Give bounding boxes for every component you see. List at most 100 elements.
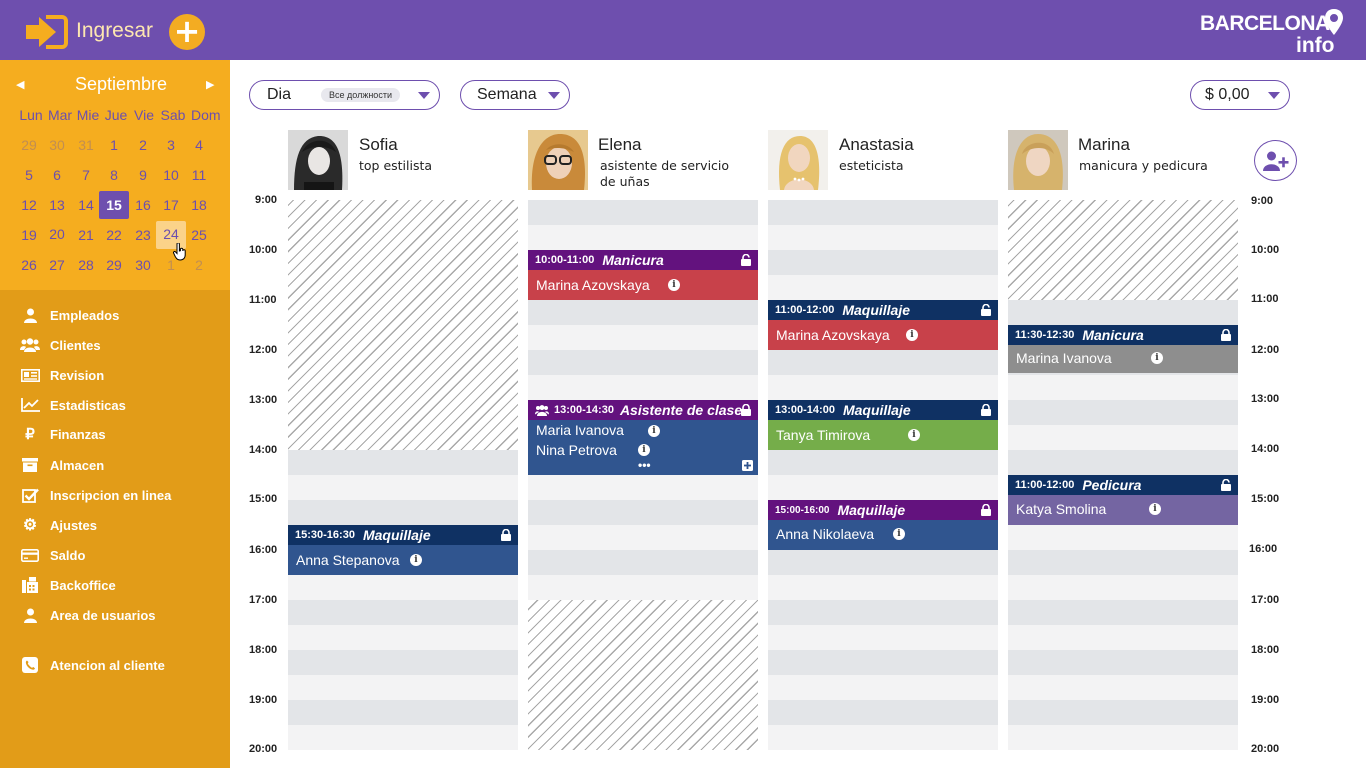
- employee-avatar-anastasia[interactable]: [768, 130, 828, 190]
- nav-item-atencion-cliente[interactable]: Atencion al cliente: [20, 655, 165, 675]
- schedule-column-elena[interactable]: 10:00-11:00 Manicura Marina Azovskaya i …: [528, 200, 758, 750]
- login-button[interactable]: Ingresar: [76, 19, 153, 43]
- calendar-day[interactable]: 27: [43, 252, 71, 278]
- calendar-day[interactable]: 25: [185, 222, 213, 248]
- calendar-day[interactable]: 4: [185, 132, 213, 158]
- calendar-day[interactable]: 9: [129, 162, 157, 188]
- client-name[interactable]: Tanya Timirova: [776, 427, 870, 443]
- client-name[interactable]: Marina Ivanova: [1016, 350, 1112, 366]
- calendar-day-selected[interactable]: 15: [99, 191, 129, 219]
- employee-avatar-elena[interactable]: [528, 130, 588, 190]
- appointment-card[interactable]: 15:00-16:00 Maquillaje Anna Nikolaeva i: [768, 500, 998, 550]
- nav-item-clientes[interactable]: Clientes: [20, 335, 101, 355]
- nav-item-ajustes[interactable]: ⚙ Ajustes: [20, 515, 97, 535]
- add-button[interactable]: +: [169, 14, 205, 50]
- calendar-day[interactable]: 13: [43, 192, 71, 218]
- balance-dropdown[interactable]: $ 0,00: [1190, 80, 1290, 110]
- sign-in-icon[interactable]: [26, 14, 70, 50]
- calendar-day[interactable]: 3: [157, 132, 185, 158]
- client-name[interactable]: Nina Petrova: [536, 442, 617, 458]
- add-employee-button[interactable]: [1254, 140, 1297, 181]
- client-name[interactable]: Katya Smolina: [1016, 501, 1106, 517]
- calendar-day[interactable]: 29: [100, 252, 128, 278]
- appointment-card[interactable]: 13:00-14:30 Asistente de clase Maria Iva…: [528, 400, 758, 475]
- calendar-day[interactable]: 30: [129, 252, 157, 278]
- nav-item-backoffice[interactable]: Backoffice: [20, 575, 116, 595]
- calendar-day[interactable]: 23: [129, 222, 157, 248]
- appointment-card[interactable]: 11:00-12:00 Maquillaje Marina Azovskaya …: [768, 300, 998, 350]
- appointment-card[interactable]: 11:30-12:30 Manicura Marina Ivanova i: [1008, 325, 1238, 375]
- calendar-day[interactable]: 7: [72, 162, 100, 188]
- calendar-day[interactable]: 11: [185, 162, 213, 188]
- lock-icon[interactable]: [981, 404, 991, 416]
- appointment-card[interactable]: 11:00-12:00 Pedicura Katya Smolina i: [1008, 475, 1238, 525]
- calendar-day[interactable]: 29: [15, 132, 43, 158]
- next-month-icon[interactable]: ▶: [206, 78, 214, 91]
- info-icon[interactable]: i: [668, 279, 680, 291]
- nav-item-revision[interactable]: Revision: [20, 365, 104, 385]
- client-name[interactable]: Anna Nikolaeva: [776, 526, 874, 542]
- lock-icon[interactable]: [501, 529, 511, 541]
- info-icon[interactable]: i: [638, 444, 650, 456]
- schedule-column-anastasia[interactable]: 11:00-12:00 Maquillaje Marina Azovskaya …: [768, 200, 998, 750]
- calendar-day[interactable]: 8: [100, 162, 128, 188]
- info-icon[interactable]: i: [908, 429, 920, 441]
- employee-avatar-marina[interactable]: [1008, 130, 1068, 190]
- lock-icon[interactable]: [741, 404, 751, 416]
- calendar-day[interactable]: 12: [15, 192, 43, 218]
- calendar-day[interactable]: 16: [129, 192, 157, 218]
- nav-item-saldo[interactable]: Saldo: [20, 545, 85, 565]
- schedule-column-sofia[interactable]: 15:30-16:30 Maquillaje Anna Stepanova i: [288, 200, 518, 750]
- info-icon[interactable]: i: [1149, 503, 1161, 515]
- appointment-card[interactable]: 13:00-14:00 Maquillaje Tanya Timirova i: [768, 400, 998, 450]
- nav-item-inscripcion[interactable]: Inscripcion en linea: [20, 485, 171, 505]
- calendar-day[interactable]: 14: [72, 192, 100, 218]
- client-name[interactable]: Anna Stepanova: [296, 552, 400, 568]
- info-icon[interactable]: i: [410, 554, 422, 566]
- view-day-dropdown[interactable]: Dia Все должности: [249, 80, 440, 110]
- unlock-icon[interactable]: [741, 254, 751, 266]
- unlock-icon[interactable]: [981, 304, 991, 316]
- calendar-day[interactable]: 6: [43, 162, 71, 188]
- calendar-day[interactable]: 1: [100, 132, 128, 158]
- nav-item-area-usuarios[interactable]: Area de usuarios: [20, 605, 156, 625]
- calendar-day[interactable]: 26: [15, 252, 43, 278]
- calendar-day[interactable]: 20: [43, 221, 71, 247]
- hour-label: 20:00: [1251, 743, 1280, 755]
- info-icon[interactable]: i: [893, 528, 905, 540]
- calendar-day[interactable]: 18: [185, 192, 213, 218]
- calendar-day[interactable]: 31: [72, 132, 100, 158]
- calendar-day[interactable]: 21: [72, 222, 100, 248]
- view-week-dropdown[interactable]: Semana: [460, 80, 570, 110]
- calendar-day[interactable]: 19: [15, 222, 43, 248]
- appointment-card[interactable]: 10:00-11:00 Manicura Marina Azovskaya i: [528, 250, 758, 300]
- calendar-day[interactable]: 2: [185, 252, 213, 278]
- schedule-column-marina[interactable]: 11:30-12:30 Manicura Marina Ivanova i 11…: [1008, 200, 1238, 750]
- calendar-day[interactable]: 10: [157, 162, 185, 188]
- calendar-day[interactable]: 30: [43, 132, 71, 158]
- position-filter-badge[interactable]: Все должности: [321, 88, 400, 102]
- calendar-day[interactable]: 2: [129, 132, 157, 158]
- calendar-day[interactable]: 5: [15, 162, 43, 188]
- calendar-day[interactable]: 17: [157, 192, 185, 218]
- info-icon[interactable]: i: [1151, 352, 1163, 364]
- lock-icon[interactable]: [981, 504, 991, 516]
- client-name[interactable]: Maria Ivanova: [536, 422, 624, 438]
- nav-item-empleados[interactable]: Empleados: [20, 305, 119, 325]
- info-icon[interactable]: i: [906, 329, 918, 341]
- more-dots-icon[interactable]: •••: [638, 459, 651, 471]
- unlock-icon[interactable]: [1221, 479, 1231, 491]
- nav-item-finanzas[interactable]: ₽ Finanzas: [20, 424, 105, 444]
- calendar-day[interactable]: 28: [72, 252, 100, 278]
- lock-icon[interactable]: [1221, 329, 1231, 341]
- nav-item-estadisticas[interactable]: Estadisticas: [20, 395, 126, 415]
- calendar-day[interactable]: 22: [100, 222, 128, 248]
- employee-avatar-sofia[interactable]: [288, 130, 348, 190]
- info-icon[interactable]: i: [648, 425, 660, 437]
- nav-item-almacen[interactable]: Almacen: [20, 455, 104, 475]
- client-name[interactable]: Marina Azovskaya: [536, 277, 650, 293]
- add-client-icon[interactable]: [742, 460, 753, 471]
- nav-label: Almacen: [50, 457, 105, 473]
- appointment-card[interactable]: 15:30-16:30 Maquillaje Anna Stepanova i: [288, 525, 518, 575]
- client-name[interactable]: Marina Azovskaya: [776, 327, 890, 343]
